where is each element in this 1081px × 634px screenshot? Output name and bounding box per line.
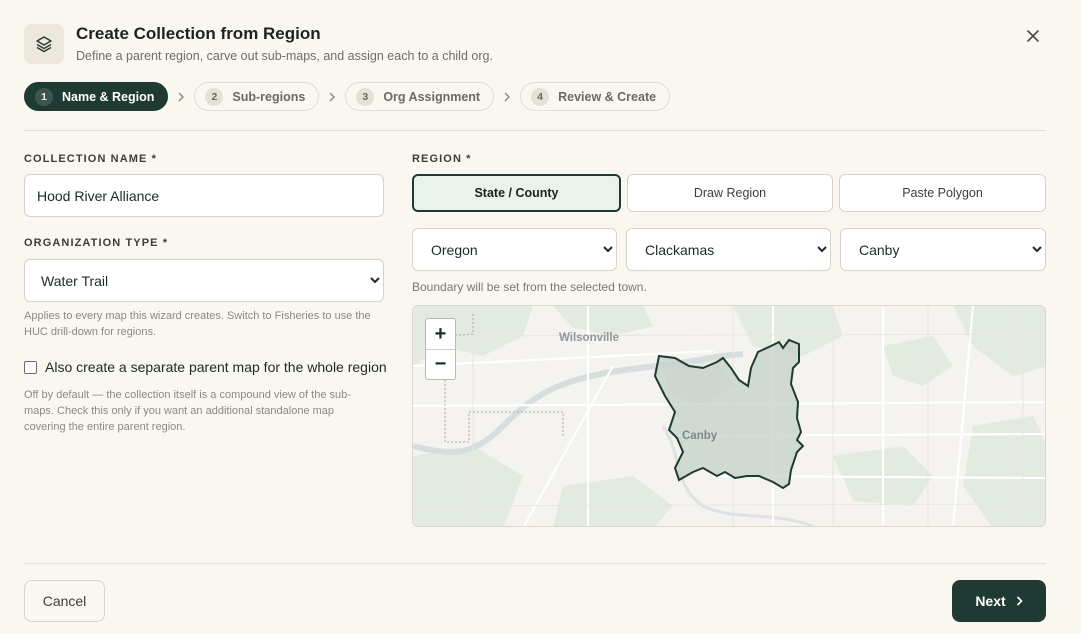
- chevron-right-icon: [319, 92, 345, 102]
- step-number: 2: [205, 87, 224, 106]
- state-select[interactable]: Oregon: [412, 228, 617, 271]
- zoom-in-button[interactable]: +: [426, 319, 455, 349]
- chevron-right-icon: [168, 92, 194, 102]
- step-label: Sub-regions: [232, 89, 306, 104]
- region-map[interactable]: Wilsonville Canby + −: [412, 305, 1046, 527]
- parent-map-label: Also create a separate parent map for th…: [45, 359, 387, 375]
- collection-name-input[interactable]: [24, 174, 384, 217]
- step-review-create[interactable]: 4 Review & Create: [520, 82, 671, 111]
- parent-map-checkbox[interactable]: [24, 360, 37, 374]
- chevron-right-icon: [494, 92, 520, 102]
- chevron-right-icon: [1016, 596, 1023, 606]
- step-number: 1: [35, 87, 53, 106]
- close-icon[interactable]: [1021, 24, 1045, 48]
- next-button[interactable]: Next: [952, 580, 1046, 622]
- town-select[interactable]: Canby: [840, 228, 1046, 271]
- collection-name-label: COLLECTION NAME *: [24, 153, 157, 165]
- step-org-assignment[interactable]: 3 Org Assignment: [345, 82, 495, 111]
- boundary-help: Boundary will be set from the selected t…: [412, 280, 647, 294]
- wizard-stepper: 1 Name & Region 2 Sub-regions 3 Org Assi…: [24, 82, 671, 111]
- footer-divider: [24, 563, 1046, 564]
- parent-map-help: Off by default — the collection itself i…: [24, 389, 351, 433]
- layers-icon: [24, 24, 64, 64]
- parent-map-option[interactable]: Also create a separate parent map for th…: [24, 359, 387, 375]
- step-number: 4: [531, 87, 550, 106]
- dialog-title: Create Collection from Region: [76, 24, 321, 43]
- map-label-canby: Canby: [682, 430, 718, 442]
- map-zoom-control: + −: [425, 318, 456, 380]
- mode-state-county-button[interactable]: State / County: [412, 174, 621, 212]
- map-canvas[interactable]: Wilsonville Canby: [413, 306, 1046, 527]
- header-divider: [24, 130, 1046, 131]
- step-label: Review & Create: [558, 89, 657, 104]
- step-name-region[interactable]: 1 Name & Region: [24, 82, 169, 111]
- mode-draw-region-button[interactable]: Draw Region: [627, 174, 833, 212]
- mode-paste-polygon-button[interactable]: Paste Polygon: [839, 174, 1046, 212]
- map-label-wilsonville: Wilsonville: [559, 332, 619, 344]
- step-number: 3: [356, 87, 375, 106]
- organization-type-label: ORGANIZATION TYPE *: [24, 237, 169, 249]
- next-button-label: Next: [975, 593, 1006, 609]
- zoom-out-button[interactable]: −: [426, 349, 455, 379]
- organization-type-select[interactable]: Water Trail: [24, 259, 384, 302]
- region-label: REGION *: [412, 153, 472, 165]
- dialog-subtitle: Define a parent region, carve out sub-ma…: [76, 49, 493, 63]
- step-label: Org Assignment: [383, 89, 481, 104]
- county-select[interactable]: Clackamas: [626, 228, 831, 271]
- step-sub-regions[interactable]: 2 Sub-regions: [194, 82, 320, 111]
- step-label: Name & Region: [62, 89, 155, 104]
- organization-type-help: Applies to every map this wizard creates…: [24, 310, 371, 338]
- cancel-button[interactable]: Cancel: [24, 580, 105, 622]
